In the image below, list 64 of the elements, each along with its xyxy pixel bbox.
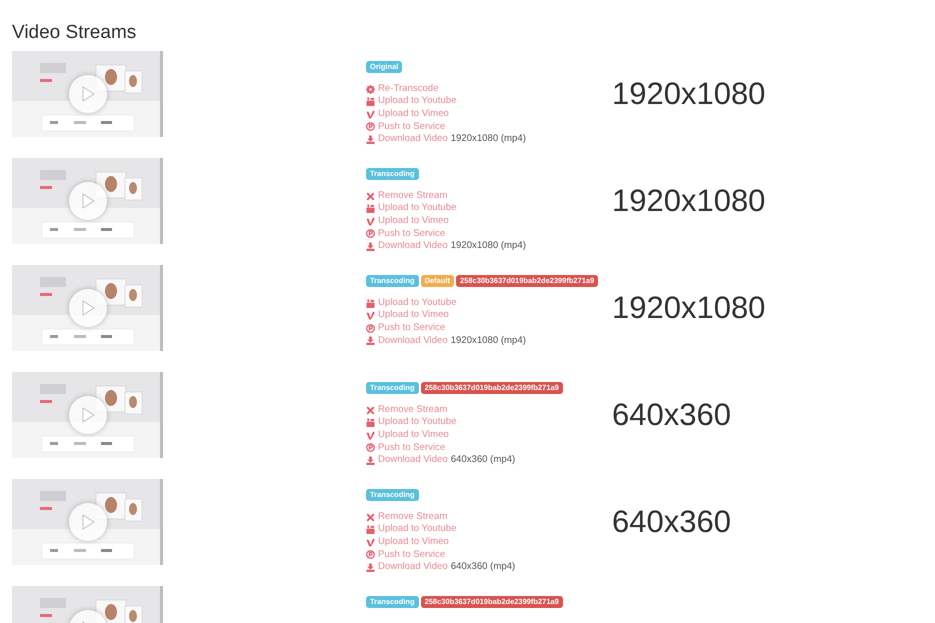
- circled-p-icon: [366, 550, 375, 560]
- format-text: 640x360 (mp4): [450, 454, 516, 467]
- letter-v-icon: [366, 110, 375, 119]
- action-link[interactable]: Download Video: [366, 561, 448, 574]
- action-link[interactable]: Upload to Youtube: [366, 95, 456, 108]
- page-title: Video Streams: [12, 22, 138, 45]
- circled-p-icon: [366, 443, 375, 452]
- action-link[interactable]: Push to Service: [366, 548, 446, 562]
- play-icon: [81, 192, 95, 209]
- action-link[interactable]: Upload to Vimeo: [366, 536, 449, 549]
- download-icon: [366, 242, 375, 251]
- circled-p-icon: [366, 122, 375, 132]
- play-icon: [81, 406, 95, 423]
- action-link[interactable]: Upload to Vimeo: [366, 428, 449, 442]
- letter-v-icon: [366, 216, 375, 226]
- play-icon: [81, 86, 95, 102]
- action-link[interactable]: Download Video: [366, 133, 448, 146]
- action-link[interactable]: Upload to Vimeo: [366, 309, 449, 322]
- circled-p-icon: [366, 324, 375, 333]
- action-link[interactable]: Push to Service: [366, 322, 446, 335]
- format-text: 640x360 (mp4): [450, 561, 516, 574]
- download-icon: [366, 562, 375, 572]
- circled-p-icon: [366, 229, 375, 238]
- action-link[interactable]: Upload to Youtube: [366, 296, 456, 310]
- video-site-icon: [366, 97, 375, 106]
- format-text: 1920x1080 (mp4): [450, 240, 526, 253]
- resolution-text: 1920x1080: [612, 78, 766, 110]
- download-icon: [366, 456, 375, 465]
- play-icon: [81, 300, 95, 316]
- video-site-icon: [366, 204, 375, 214]
- action-link[interactable]: Push to Service: [366, 120, 446, 134]
- letter-v-icon: [366, 538, 375, 547]
- action-link[interactable]: Remove Stream: [366, 404, 448, 416]
- download-icon: [366, 134, 375, 144]
- resolution-text: 1920x1080: [612, 292, 766, 324]
- close-icon: [366, 192, 375, 201]
- action-link[interactable]: Upload to Youtube: [366, 416, 456, 429]
- format-text: 1920x1080 (mp4): [450, 133, 526, 146]
- action-link[interactable]: Upload to Youtube: [366, 202, 456, 215]
- action-link[interactable]: Push to Service: [366, 228, 446, 240]
- close-icon: [366, 512, 375, 522]
- action-link[interactable]: Download Video: [366, 240, 448, 253]
- action-link[interactable]: Upload to Youtube: [366, 523, 456, 536]
- action-link[interactable]: Remove Stream: [366, 510, 448, 524]
- download-icon: [366, 336, 375, 346]
- letter-v-icon: [366, 430, 375, 440]
- action-link[interactable]: Upload to Vimeo: [366, 214, 449, 228]
- letter-v-icon: [366, 311, 375, 320]
- action-link[interactable]: Remove Stream: [366, 190, 448, 202]
- action-link[interactable]: Push to Service: [366, 442, 446, 454]
- gear-icon: [366, 84, 375, 94]
- action-link[interactable]: Upload to Vimeo: [366, 108, 449, 121]
- video-site-icon: [366, 418, 375, 428]
- resolution-text: 640x360: [612, 399, 731, 430]
- action-link[interactable]: Download Video: [366, 334, 448, 348]
- resolution-text: 1920x1080: [612, 185, 766, 216]
- format-text: 1920x1080 (mp4): [450, 334, 526, 348]
- action-link[interactable]: Download Video: [366, 454, 448, 467]
- video-site-icon: [366, 525, 375, 534]
- play-icon: [81, 514, 95, 530]
- video-site-icon: [366, 298, 375, 308]
- action-link[interactable]: Re-Transcode: [366, 82, 438, 96]
- resolution-text: 640x360: [612, 506, 731, 538]
- close-icon: [366, 406, 375, 415]
